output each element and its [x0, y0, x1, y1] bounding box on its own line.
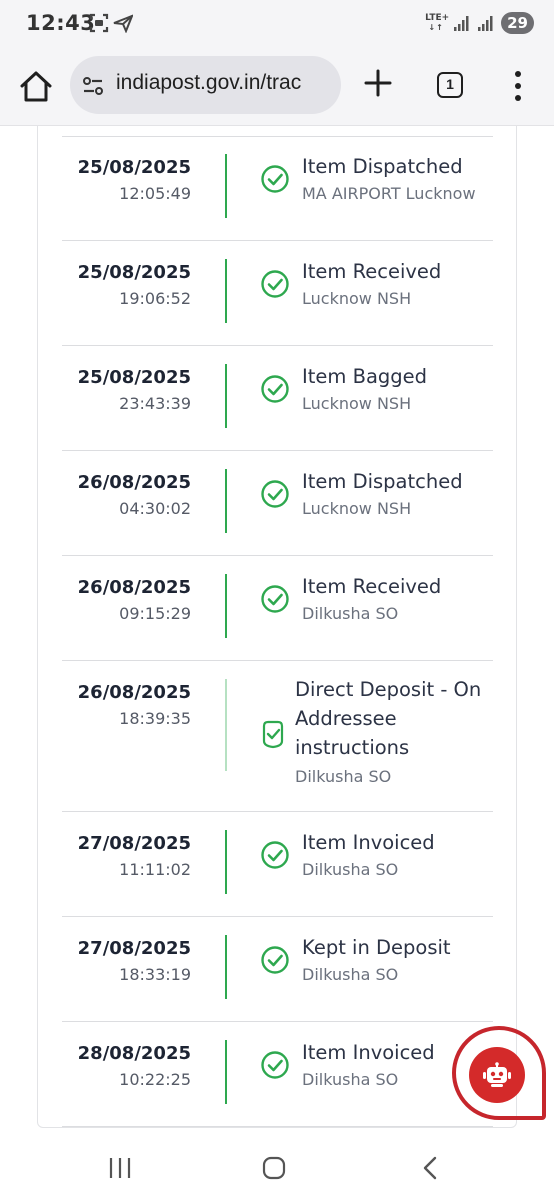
- status-time: 12:43: [26, 11, 96, 35]
- battery-icon: 29: [501, 12, 534, 34]
- home-nav-icon[interactable]: [262, 1156, 286, 1180]
- event-status: Item Dispatched: [302, 155, 463, 178]
- system-nav-bar: [0, 1136, 554, 1200]
- timeline-connector: [225, 830, 227, 894]
- check-circle-icon: [261, 585, 289, 613]
- check-circle-icon: [261, 841, 289, 869]
- page-content: 25/08/2025 12:05:49 Item Dispatched MA AIRP…: [0, 126, 554, 1136]
- event-time: 18:33:19: [119, 965, 191, 984]
- divider: [62, 1126, 493, 1127]
- event-date: 27/08/2025: [77, 938, 191, 959]
- timeline-row: 25/08/2025 23:43:39 Item Bagged Lucknow NSH: [62, 346, 493, 451]
- event-time: 04:30:02: [119, 499, 191, 518]
- event-date: 25/08/2025: [77, 262, 191, 283]
- check-circle-icon: [261, 375, 289, 403]
- event-date: 25/08/2025: [77, 157, 191, 178]
- event-status: Kept in Deposit: [302, 936, 451, 959]
- event-location: Lucknow NSH: [302, 394, 412, 413]
- check-circle-icon: [261, 946, 289, 974]
- event-date: 26/08/2025: [77, 682, 191, 703]
- event-location: Dilkusha SO: [295, 767, 392, 786]
- event-date: 26/08/2025: [77, 472, 191, 493]
- check-circle-icon: [261, 270, 289, 298]
- screenshot-icon: [89, 13, 109, 33]
- event-status: Item Bagged: [302, 365, 428, 388]
- event-time: 10:22:25: [119, 1070, 191, 1089]
- timeline-row: 28/08/2025 10:22:25 Item Invoiced Dilkusha …: [62, 1022, 493, 1127]
- tab-switcher-icon[interactable]: 1: [437, 72, 463, 98]
- event-status: Addressee: [295, 707, 397, 730]
- new-tab-icon[interactable]: [364, 69, 392, 97]
- event-date: 26/08/2025: [77, 577, 191, 598]
- signal-icon: [454, 16, 469, 31]
- check-circle-icon: [261, 480, 289, 508]
- event-date: 27/08/2025: [77, 833, 191, 854]
- event-time: 19:06:52: [119, 289, 191, 308]
- event-location: Lucknow NSH: [302, 289, 412, 308]
- signal-icon: [478, 16, 493, 31]
- event-status: Direct Deposit - On: [295, 678, 482, 701]
- url-text[interactable]: indiapost.gov.in/trac: [116, 71, 331, 95]
- event-date: 28/08/2025: [77, 1043, 191, 1064]
- check-circle-icon: [262, 720, 284, 749]
- event-date: 25/08/2025: [77, 367, 191, 388]
- timeline-connector: [225, 364, 227, 428]
- address-bar[interactable]: indiapost.gov.in/trac: [70, 56, 341, 114]
- network-type: LTE+ ↓↑: [425, 13, 450, 33]
- timeline-row: 26/08/2025 18:39:35 Direct Deposit - On Add…: [62, 661, 493, 812]
- chatbot-button[interactable]: [469, 1047, 525, 1103]
- event-location: Dilkusha SO: [302, 965, 399, 984]
- recents-icon[interactable]: [108, 1156, 132, 1180]
- timeline-connector: [225, 574, 227, 638]
- event-time: 09:15:29: [119, 604, 191, 623]
- timeline-row: 26/08/2025 04:30:02 Item Dispatched Lucknow…: [62, 451, 493, 556]
- home-icon[interactable]: [18, 69, 54, 105]
- timeline-row: 25/08/2025 12:05:49 Item Dispatched MA AIRP…: [62, 136, 493, 241]
- event-location: Dilkusha SO: [302, 860, 399, 879]
- timeline-row: 27/08/2025 11:11:02 Item Invoiced Dilkusha …: [62, 812, 493, 917]
- check-circle-icon: [261, 1051, 289, 1079]
- timeline-connector: [225, 259, 227, 323]
- event-time: 23:43:39: [119, 394, 191, 413]
- more-menu-icon[interactable]: [508, 69, 528, 103]
- event-location: Dilkusha SO: [302, 604, 399, 623]
- status-bar: 12:43 LTE+ ↓↑ 29: [0, 0, 554, 52]
- event-status: Item Invoiced: [302, 1041, 435, 1064]
- event-time: 11:11:02: [119, 860, 191, 879]
- timeline-connector: [225, 154, 227, 218]
- timeline-connector: [225, 935, 227, 999]
- event-location: Lucknow NSH: [302, 499, 412, 518]
- timeline-row: 26/08/2025 09:15:29 Item Received Dilkusha …: [62, 556, 493, 661]
- event-status: Item Received: [302, 260, 442, 283]
- event-status: Item Invoiced: [302, 831, 435, 854]
- timeline-row: 25/08/2025 19:06:52 Item Received Lucknow N…: [62, 241, 493, 346]
- check-circle-icon: [261, 165, 289, 193]
- event-status: instructions: [295, 736, 410, 759]
- timeline-connector: [225, 469, 227, 533]
- event-location: MA AIRPORT Lucknow: [302, 184, 476, 203]
- event-location: Dilkusha SO: [302, 1070, 399, 1089]
- event-time: 12:05:49: [119, 184, 191, 203]
- site-settings-icon[interactable]: [82, 75, 104, 97]
- timeline-connector: [225, 679, 227, 771]
- event-status: Item Received: [302, 575, 442, 598]
- timeline-connector: [225, 1040, 227, 1104]
- send-icon: [113, 14, 133, 33]
- back-icon[interactable]: [420, 1156, 440, 1180]
- chatbot-icon: [483, 1062, 511, 1087]
- browser-toolbar: indiapost.gov.in/trac 1: [0, 52, 554, 126]
- event-status: Item Dispatched: [302, 470, 463, 493]
- status-indicators: LTE+ ↓↑ 29: [425, 12, 534, 34]
- event-time: 18:39:35: [119, 709, 191, 728]
- timeline-row: 27/08/2025 18:33:19 Kept in Deposit Dilkush…: [62, 917, 493, 1022]
